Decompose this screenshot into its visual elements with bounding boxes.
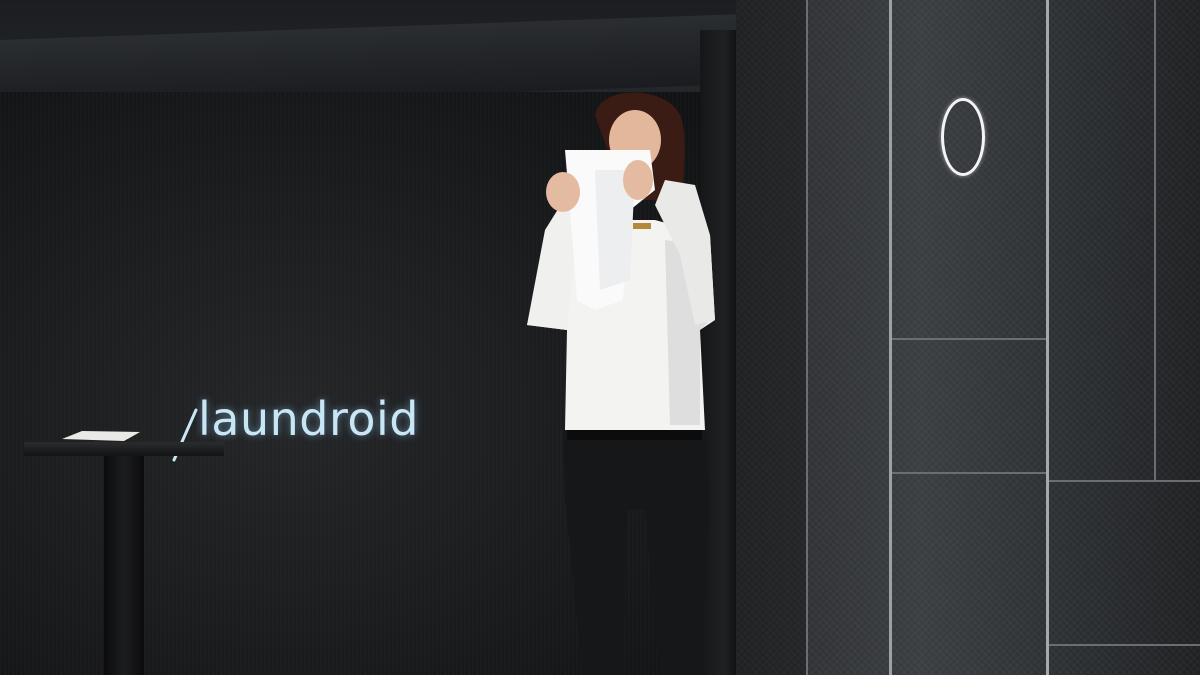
cabinet-seam [1154, 0, 1156, 480]
cabinet-seam [806, 0, 808, 675]
podium-top [24, 442, 224, 456]
cabinet-seam [892, 472, 1046, 474]
presenter [527, 92, 715, 675]
cabinet-seam [1049, 644, 1200, 646]
paper-on-podium [62, 431, 140, 441]
cabinet-seam [1049, 480, 1200, 482]
cabinet-logo-icon [941, 98, 985, 176]
cabinet-seam [892, 338, 1046, 340]
cabinet-edge-shadow [736, 0, 806, 675]
cabinet-seam [1046, 0, 1049, 675]
podium-leg [104, 456, 144, 675]
brand-name: laundroid [198, 392, 420, 446]
photo-scene: laundroid [0, 0, 1200, 675]
